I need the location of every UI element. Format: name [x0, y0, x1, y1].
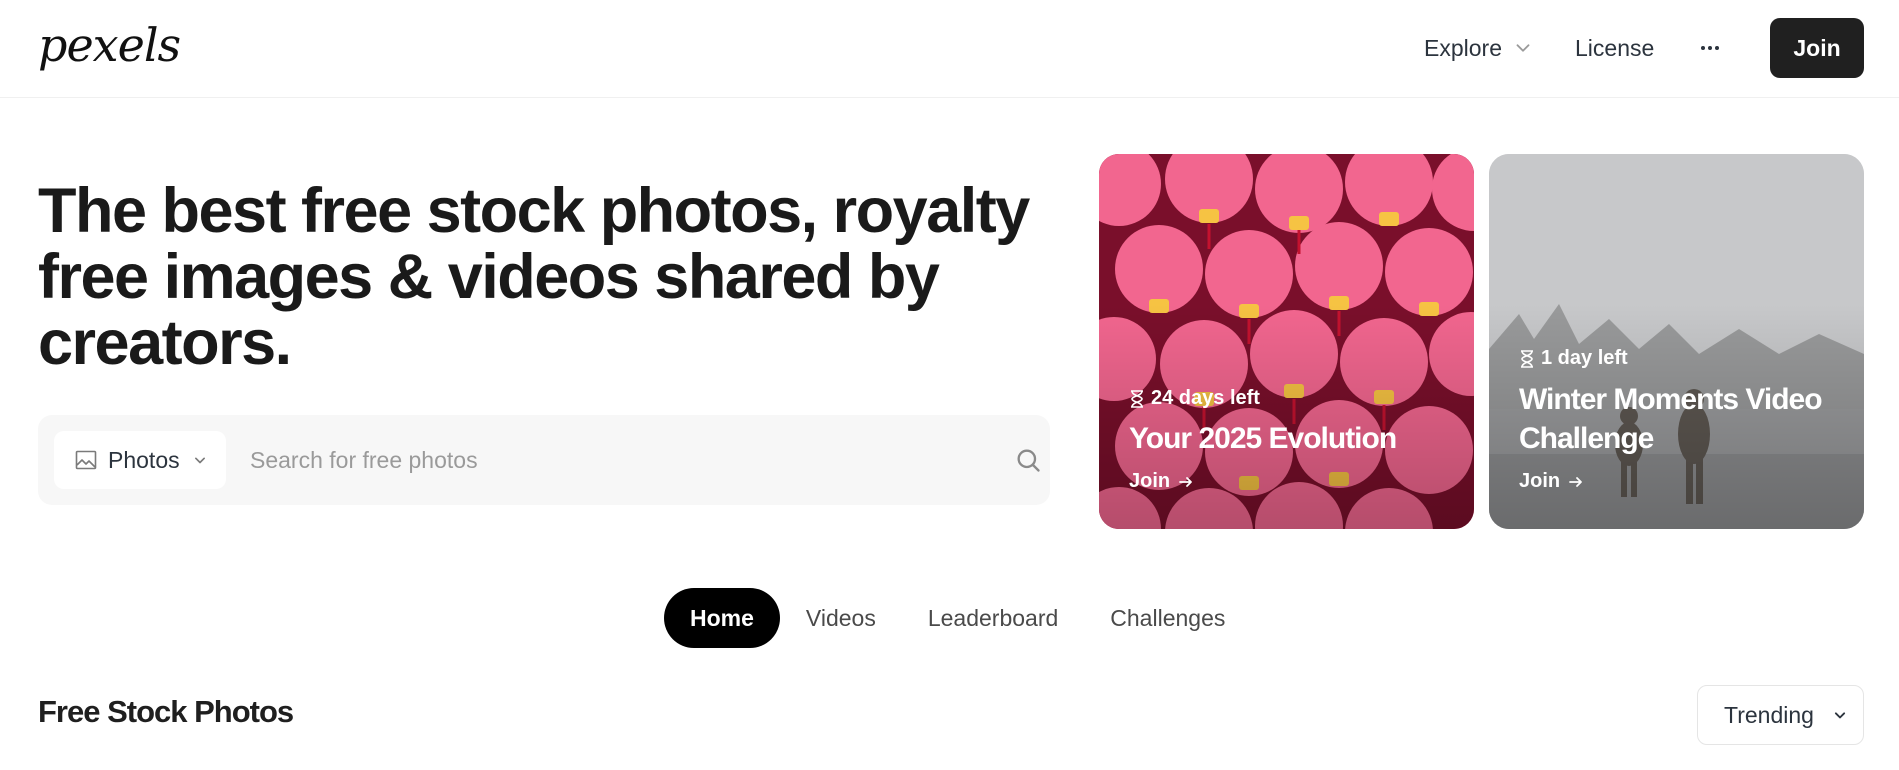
time-left-text: 1 day left: [1541, 347, 1628, 369]
section-title: Free Stock Photos: [38, 694, 294, 729]
challenge-title: Your 2025 Evolution: [1129, 422, 1397, 455]
tab-videos[interactable]: Videos: [780, 588, 902, 648]
more-dots-icon: [1701, 46, 1719, 50]
challenge-join-label: Join: [1519, 470, 1561, 492]
hourglass-icon: [1521, 349, 1533, 368]
tab-leaderboard[interactable]: Leaderboard: [902, 588, 1084, 648]
challenge-title: Winter Moments Video Challenge: [1519, 383, 1823, 455]
challenge-card-2025-evolution[interactable]: 24 days left Your 2025 Evolution Join: [1099, 154, 1474, 529]
time-left-badge: 1 day left: [1519, 347, 1628, 370]
media-type-label: Photos: [108, 446, 180, 473]
challenge-join-label: Join: [1129, 470, 1171, 492]
media-type-dropdown[interactable]: Photos: [54, 431, 226, 489]
explore-label: Explore: [1424, 34, 1502, 61]
chevron-down-icon: [194, 457, 205, 464]
challenge-join-link[interactable]: Join: [1519, 470, 1584, 493]
top-navigation-bar: pexels Explore License Join: [0, 0, 1899, 98]
hero-title: The best free stock photos, royalty free…: [38, 176, 1030, 378]
arrow-right-icon: [1179, 476, 1193, 487]
explore-menu[interactable]: Explore: [1424, 30, 1534, 66]
more-menu-button[interactable]: [1692, 30, 1728, 66]
tab-challenges[interactable]: Challenges: [1084, 588, 1251, 648]
time-left-text: 24 days left: [1151, 387, 1260, 409]
content-tabs: Home Videos Leaderboard Challenges: [664, 588, 1251, 648]
challenge-join-link[interactable]: Join: [1129, 470, 1194, 493]
time-left-badge: 24 days left: [1129, 387, 1260, 410]
sort-dropdown[interactable]: Trending: [1697, 685, 1864, 745]
search-icon[interactable]: [1014, 446, 1042, 474]
tab-home[interactable]: Home: [664, 588, 780, 648]
sort-label: Trending: [1724, 701, 1814, 728]
pexels-logo[interactable]: pexels: [38, 18, 181, 72]
arrow-right-icon: [1569, 476, 1583, 487]
join-button[interactable]: Join: [1770, 18, 1864, 78]
license-link[interactable]: License: [1575, 30, 1654, 66]
image-icon: [75, 450, 97, 470]
chevron-down-icon: [1834, 712, 1846, 719]
chevron-down-icon: [1516, 44, 1530, 52]
search-input[interactable]: [250, 431, 990, 489]
search-bar: Photos: [38, 415, 1050, 505]
hourglass-icon: [1131, 389, 1143, 408]
challenge-card-winter-moments[interactable]: 1 day left Winter Moments Video Challeng…: [1489, 154, 1864, 529]
